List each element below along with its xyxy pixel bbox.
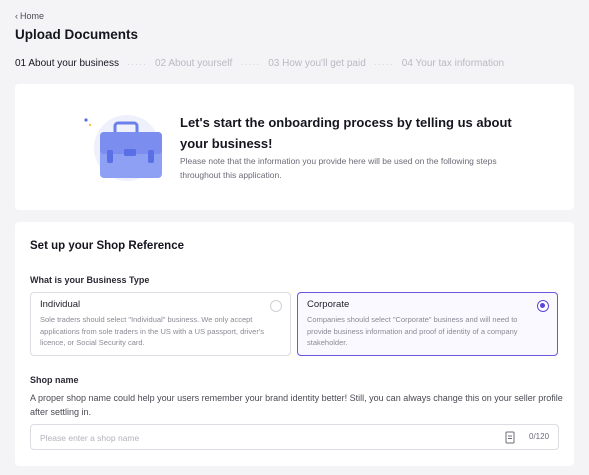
chevron-left-icon: ‹ — [15, 11, 18, 21]
radio-unselected[interactable] — [270, 300, 282, 312]
stepper: 01 About your business ····· 02 About yo… — [15, 58, 504, 69]
option-title: Corporate — [307, 299, 350, 310]
intro-card: Let's start the onboarding process by te… — [15, 84, 574, 210]
shop-reference-card: Set up your Shop Reference What is your … — [15, 222, 574, 466]
shop-name-label: Shop name — [30, 375, 79, 385]
option-description: Companies should select "Corporate" busi… — [307, 315, 518, 347]
step-about-business[interactable]: 01 About your business — [15, 58, 119, 69]
business-type-individual-option[interactable]: Individual Sole traders should select "I… — [30, 292, 291, 356]
intro-heading: Let's start the onboarding process by te… — [180, 115, 512, 151]
step-separator: ····· — [126, 58, 147, 69]
shop-name-input[interactable] — [40, 430, 480, 445]
option-description: Sole traders should select "Individual" … — [40, 315, 265, 347]
step-separator: ····· — [240, 58, 261, 69]
page-title: Upload Documents — [15, 27, 139, 42]
business-type-corporate-option[interactable]: Corporate Companies should select "Corpo… — [297, 292, 558, 356]
shop-name-help: A proper shop name could help your users… — [30, 393, 563, 417]
step-about-yourself[interactable]: 02 About yourself — [155, 58, 232, 69]
option-title: Individual — [40, 299, 81, 310]
back-home-link[interactable]: ‹ Home — [15, 11, 44, 21]
step-separator: ····· — [373, 58, 394, 69]
back-home-label: Home — [20, 11, 45, 21]
radio-selected[interactable] — [537, 300, 549, 312]
briefcase-icon — [84, 115, 162, 181]
document-icon — [505, 431, 515, 444]
shop-name-field[interactable]: 0/120 — [30, 424, 559, 450]
step-get-paid[interactable]: 03 How you'll get paid — [268, 58, 366, 69]
step-tax-information[interactable]: 04 Your tax information — [402, 58, 504, 69]
business-type-label: What is your Business Type — [30, 275, 150, 285]
intro-note: Please note that the information you pro… — [180, 156, 497, 180]
character-counter: 0/120 — [529, 432, 550, 441]
section-title: Set up your Shop Reference — [30, 240, 185, 252]
